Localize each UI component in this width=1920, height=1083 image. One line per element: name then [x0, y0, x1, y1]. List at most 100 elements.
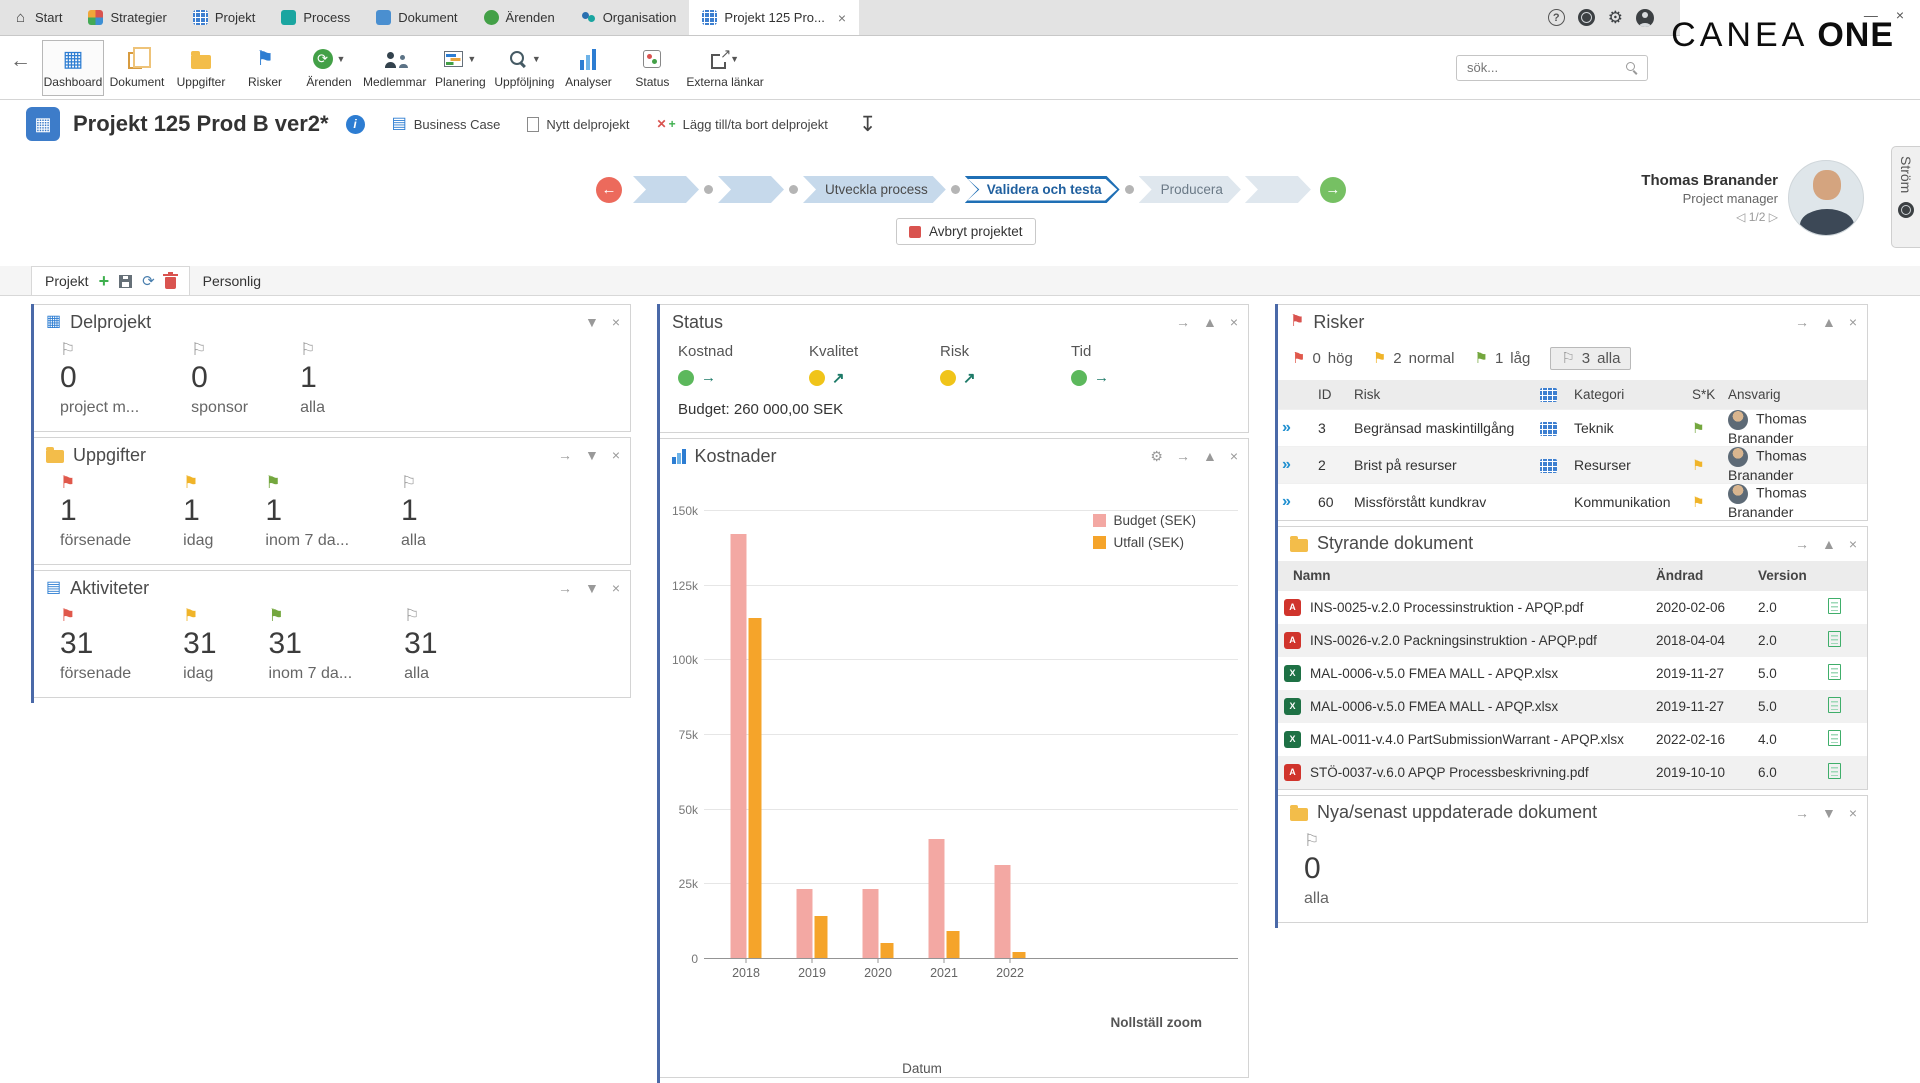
open-icon[interactable]: →	[1176, 449, 1190, 463]
download-icon[interactable]: ↧	[859, 112, 877, 137]
toolbar-analyser[interactable]: Analyser	[557, 40, 619, 96]
filter-lag[interactable]: ⚑ 1låg	[1474, 350, 1530, 367]
chart-bar[interactable]	[749, 618, 762, 958]
reset-zoom-button[interactable]: Nollställ zoom	[1110, 1015, 1202, 1030]
tab-projekt[interactable]: Projekt	[180, 0, 268, 35]
stat-alla[interactable]: ⚐ 1 alla	[300, 341, 325, 417]
close-icon[interactable]: ×	[1849, 315, 1857, 329]
collapse-icon[interactable]: ▲	[1203, 449, 1217, 463]
strom-side-tab[interactable]: Ström	[1891, 146, 1920, 248]
risk-row[interactable]: » 60 Missförstått kundkrav Kommunikation…	[1278, 483, 1867, 520]
chart-bar[interactable]	[1013, 952, 1026, 958]
expand-chevron-icon[interactable]: »	[1282, 419, 1291, 436]
tab-strategier[interactable]: Strategier	[75, 0, 179, 35]
back-icon[interactable]: ←	[6, 49, 41, 87]
close-icon[interactable]: ×	[1849, 537, 1857, 551]
collapse-icon[interactable]: ▲	[1822, 315, 1836, 329]
toolbar-status[interactable]: Status	[621, 40, 683, 96]
open-icon[interactable]: →	[558, 581, 572, 595]
toolbar-uppgifter[interactable]: Uppgifter	[170, 40, 232, 96]
stat-project-manager[interactable]: ⚐ 0 project m...	[60, 341, 139, 417]
toolbar-planering[interactable]: ▼ Planering	[429, 40, 491, 96]
close-icon[interactable]: ×	[1230, 315, 1238, 329]
add-widget-icon[interactable]: +	[99, 272, 110, 290]
open-document-icon[interactable]	[1828, 730, 1841, 746]
open-document-icon[interactable]	[1828, 631, 1841, 647]
close-icon[interactable]: ×	[612, 448, 620, 462]
gear-icon[interactable]: ⚙	[1150, 449, 1163, 463]
chart-bar[interactable]	[947, 931, 960, 958]
risk-matrix-icon[interactable]	[1540, 459, 1557, 473]
close-icon[interactable]: ×	[1849, 806, 1857, 820]
filter-hog[interactable]: ⚑ 0hög	[1292, 350, 1353, 367]
user-account-icon[interactable]	[1636, 9, 1654, 27]
chevron-down-icon[interactable]: ▼	[337, 54, 346, 64]
chart-bar[interactable]	[731, 534, 747, 958]
chart-bar[interactable]	[797, 889, 813, 958]
add-remove-subproject-button[interactable]: ✕+ Lägg till/ta bort delprojekt	[657, 117, 828, 132]
collapse-icon[interactable]: ▲	[1822, 537, 1836, 551]
legend-entry[interactable]: Budget (SEK)	[1093, 513, 1196, 528]
new-subproject-button[interactable]: Nytt delprojekt	[527, 117, 629, 132]
filter-normal[interactable]: ⚑ 2normal	[1373, 350, 1455, 367]
phase-producera[interactable]: Producera	[1139, 176, 1241, 203]
help-icon[interactable]: ?	[1548, 9, 1565, 26]
open-document-icon[interactable]	[1828, 664, 1841, 680]
stat-inom-7-dagar[interactable]: ⚑ 31 inom 7 da...	[269, 607, 353, 683]
chart-bar[interactable]	[881, 943, 894, 958]
tab-dokument[interactable]: Dokument	[363, 0, 470, 35]
phase-validera-och-testa[interactable]: Validera och testa	[965, 176, 1120, 203]
globe-icon[interactable]	[1578, 9, 1595, 26]
document-row[interactable]: MAL-0011-v.4.0 PartSubmissionWarrant - A…	[1278, 723, 1867, 756]
save-icon[interactable]	[119, 275, 132, 288]
stat-forsenade[interactable]: ⚑ 1 försenade	[60, 474, 131, 550]
open-icon[interactable]: →	[1795, 806, 1809, 820]
document-row[interactable]: STÖ-0037-v.6.0 APQP Processbeskrivning.p…	[1278, 756, 1867, 789]
stat-inom-7-dagar[interactable]: ⚑ 1 inom 7 da...	[265, 474, 349, 550]
phase-chevron[interactable]	[718, 176, 784, 203]
phase-chevron[interactable]	[633, 176, 699, 203]
open-icon[interactable]: →	[1176, 315, 1190, 329]
close-tab-icon[interactable]: ×	[838, 10, 846, 26]
open-icon[interactable]: →	[1795, 315, 1809, 329]
close-icon[interactable]: ×	[612, 581, 620, 595]
phase-utveckla-process[interactable]: Utveckla process	[803, 176, 946, 203]
expand-chevron-icon[interactable]: »	[1282, 493, 1291, 510]
refresh-icon[interactable]: ⟳	[142, 274, 155, 289]
risk-matrix-icon[interactable]	[1540, 422, 1557, 436]
cancel-project-button[interactable]: Avbryt projektet	[896, 218, 1036, 245]
workspace-tab-personlig[interactable]: Personlig	[190, 266, 274, 295]
business-case-button[interactable]: ▤ Business Case	[392, 116, 501, 132]
chevron-down-icon[interactable]: ▼	[730, 54, 739, 64]
chart-bar[interactable]	[863, 889, 879, 958]
collapse-icon[interactable]: ▼	[585, 448, 599, 462]
gear-icon[interactable]: ⚙	[1608, 9, 1623, 26]
stat-alla[interactable]: ⚐ 1 alla	[401, 474, 426, 550]
tab-process[interactable]: Process	[268, 0, 363, 35]
workspace-tab-projekt[interactable]: Projekt + ⟳	[31, 266, 190, 295]
expand-chevron-icon[interactable]: »	[1282, 456, 1291, 473]
trash-icon[interactable]	[165, 277, 176, 289]
collapse-icon[interactable]: ▼	[1822, 806, 1836, 820]
toolbar-externa-lankar[interactable]: ▼ Externa länkar	[685, 40, 764, 96]
toolbar-dokument[interactable]: Dokument	[106, 40, 168, 96]
search-input[interactable]	[1456, 55, 1648, 81]
open-icon[interactable]: →	[558, 448, 572, 462]
previous-phase-button[interactable]: ←	[596, 177, 622, 203]
tab-arenden[interactable]: Ärenden	[471, 0, 568, 35]
legend-entry[interactable]: Utfall (SEK)	[1093, 535, 1196, 550]
tab-start[interactable]: ⌂ Start	[0, 0, 75, 35]
next-phase-button[interactable]: →	[1320, 177, 1346, 203]
pager-right-icon[interactable]: ▷	[1769, 210, 1778, 224]
chevron-down-icon[interactable]: ▼	[532, 54, 541, 64]
stat-forsenade[interactable]: ⚑ 31 försenade	[60, 607, 131, 683]
stat-alla[interactable]: ⚐ 0 alla	[1304, 832, 1329, 908]
toolbar-medlemmar[interactable]: Medlemmar	[362, 40, 427, 96]
tab-projekt-125[interactable]: Projekt 125 Pro... ×	[689, 0, 859, 35]
document-row[interactable]: INS-0026-v.2.0 Packningsinstruktion - AP…	[1278, 624, 1867, 657]
chevron-down-icon[interactable]: ▼	[467, 54, 476, 64]
pager-left-icon[interactable]: ◁	[1736, 210, 1745, 224]
risk-row[interactable]: » 2 Brist på resurser Resurser ⚑ Thomas …	[1278, 446, 1867, 483]
chart-bar[interactable]	[929, 839, 945, 958]
chart-bar[interactable]	[995, 865, 1011, 958]
